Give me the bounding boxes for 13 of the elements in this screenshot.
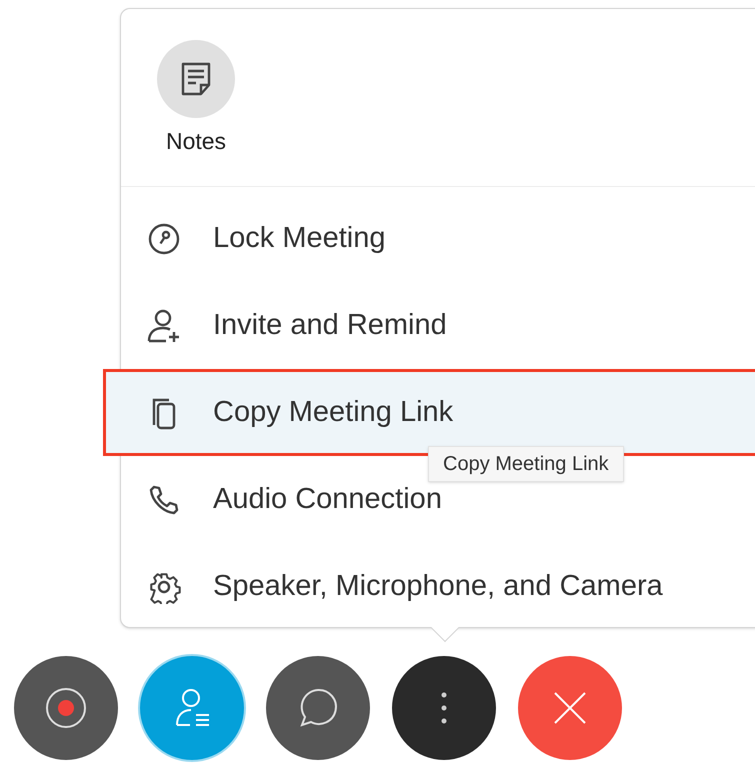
notes-label: Notes: [166, 130, 226, 153]
menu-item[interactable]: Invite and Remind: [145, 304, 447, 348]
add-person-icon: [146, 308, 182, 344]
menu-item[interactable]: Lock Meeting: [145, 216, 386, 260]
lock-icon: [147, 222, 181, 256]
notes-icon: [180, 61, 212, 97]
tooltip: Copy Meeting Link: [428, 446, 624, 482]
menu-item[interactable]: Copy Meeting Link: [145, 390, 454, 434]
close-icon: [553, 691, 587, 725]
menu-item[interactable]: Speaker, Microphone, and Camera: [145, 564, 663, 608]
record-icon: [45, 687, 87, 729]
more-icon: [440, 691, 448, 725]
phone-icon: [148, 484, 180, 516]
